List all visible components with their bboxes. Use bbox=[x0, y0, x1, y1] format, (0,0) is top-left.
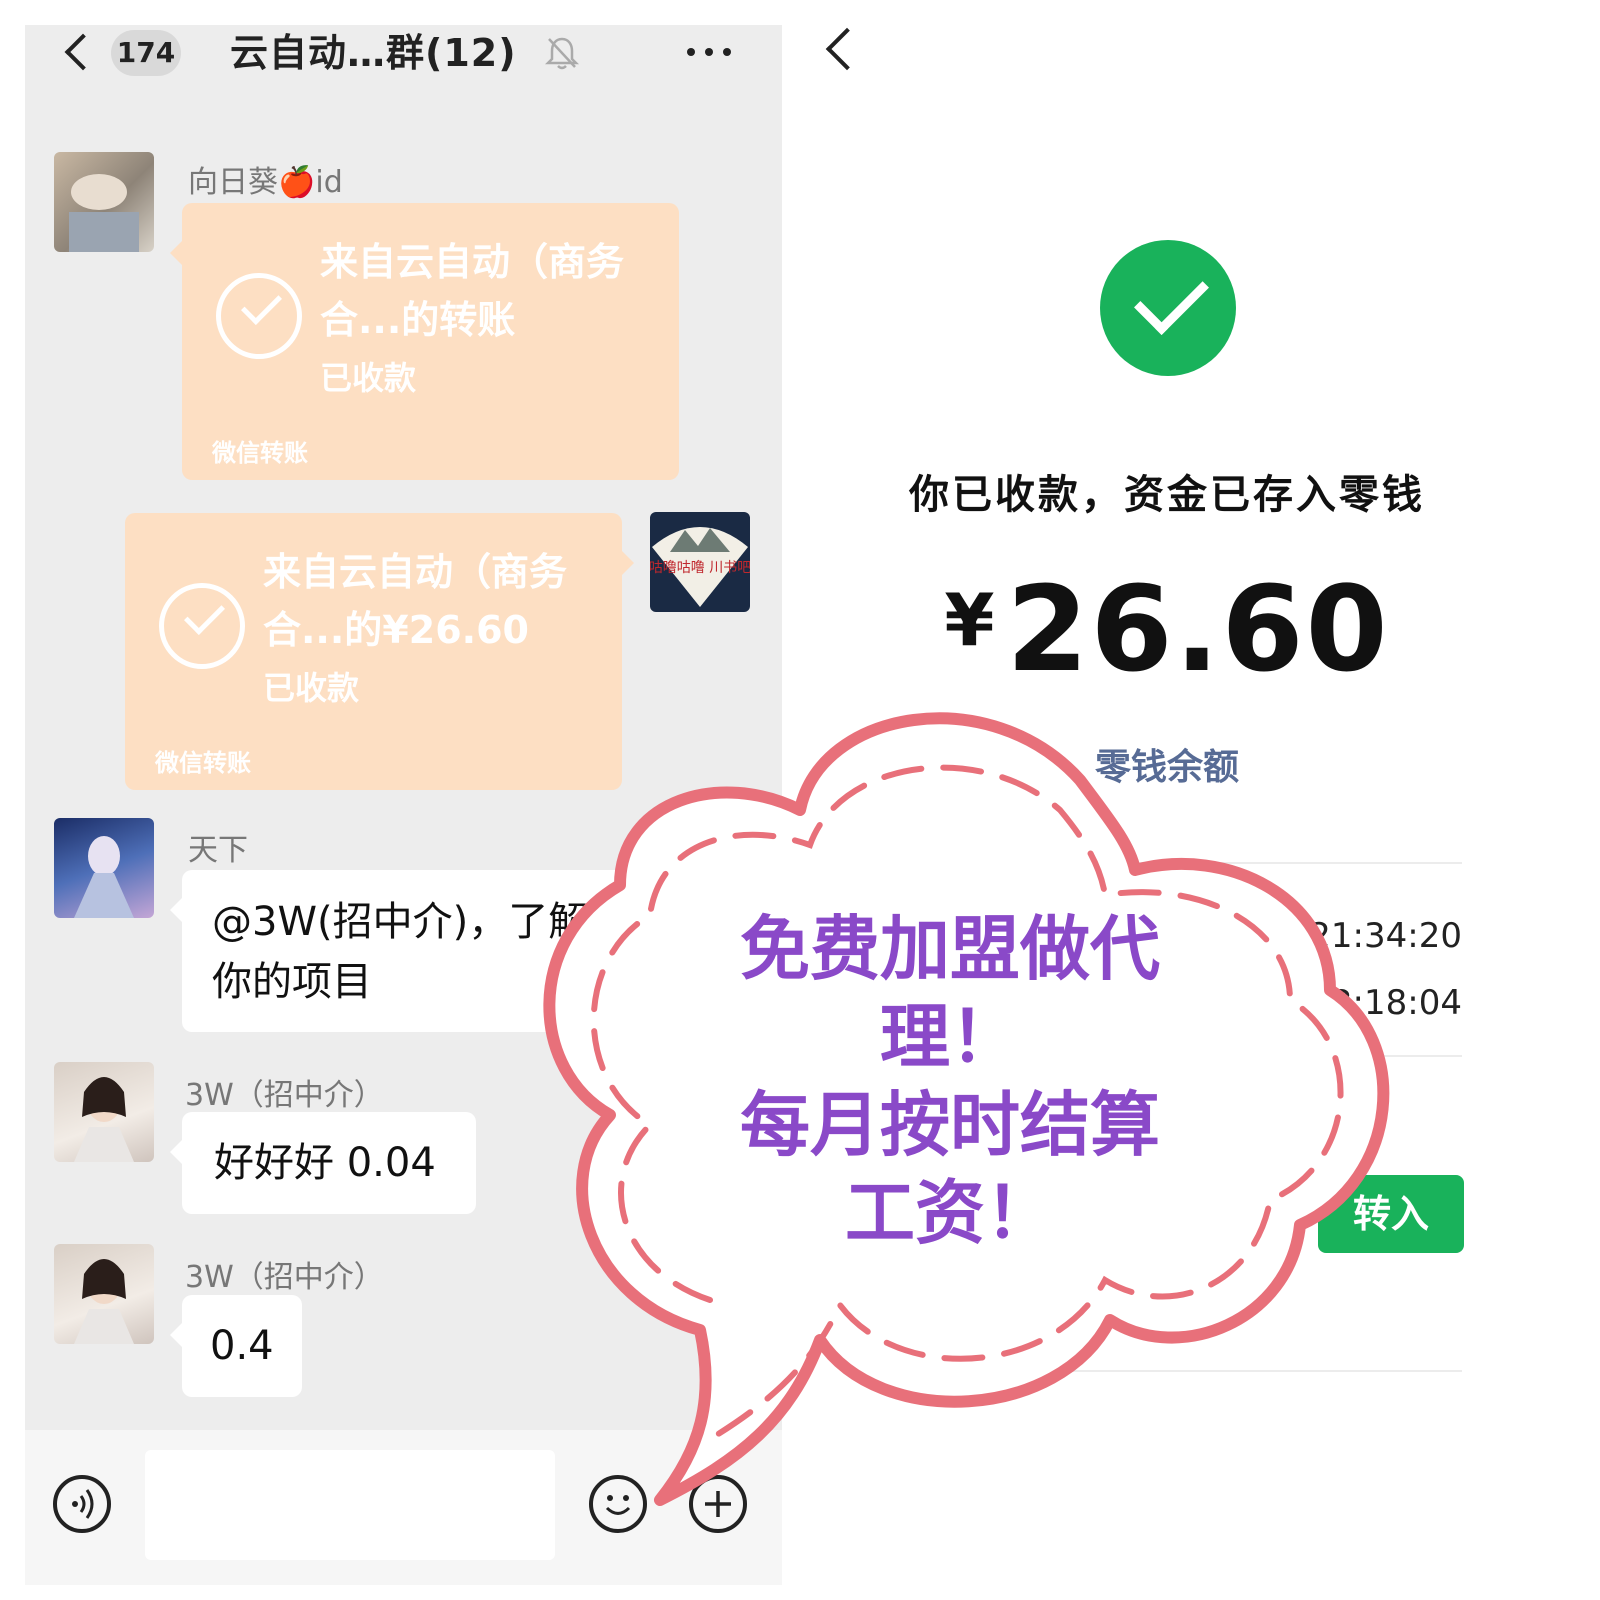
check-circle-icon bbox=[159, 583, 245, 669]
transfer-status: 已收款 bbox=[263, 669, 360, 707]
more-options-icon[interactable] bbox=[685, 37, 733, 67]
fan-avatar-icon: 咕噜咕噜 川书吧 bbox=[650, 527, 750, 607]
detail-label: 收款时间 bbox=[872, 983, 1008, 1023]
transfer-card-sent[interactable]: 来自云自动（商务合...的¥26.60 已收款 微信转账 bbox=[125, 513, 634, 790]
message-bubble[interactable]: 0.4 bbox=[170, 1295, 302, 1397]
mute-bell-icon bbox=[545, 37, 579, 70]
check-circle-icon bbox=[216, 273, 302, 359]
chat-top-bar: 174 云自动…群(12) bbox=[25, 25, 782, 90]
transfer-status: 已收款 bbox=[320, 359, 417, 397]
amount-value: 26.60 bbox=[1006, 560, 1390, 698]
avatar[interactable] bbox=[54, 1062, 154, 1162]
sender-name: 3W（招中介） bbox=[185, 1078, 384, 1113]
chat-panel: 174 云自动…群(12) 向日葵🍎id 来自云自动（商务合...的转账 已收款… bbox=[25, 25, 782, 1585]
promo-subtitle: 给小金库再添一笔 bbox=[1018, 1227, 1290, 1267]
voice-icon bbox=[72, 1489, 94, 1519]
transfer-title: 来自云自动（商务合...的¥26.60 bbox=[263, 550, 568, 652]
voice-input-button[interactable] bbox=[53, 1475, 111, 1533]
payment-panel: 你已收款，资金已存入零钱 ¥26.60 零钱余额 转账时间 2023年11月20… bbox=[782, 0, 1600, 1600]
transfer-footer: 微信转账 bbox=[155, 749, 251, 777]
currency-symbol: ¥ bbox=[944, 578, 995, 662]
detail-row-receive-time: 收款时间 2023年11月20日 23:18:04 bbox=[872, 975, 1462, 1024]
emoji-button[interactable] bbox=[589, 1475, 647, 1533]
sender-name: 向日葵🍎id bbox=[188, 165, 343, 200]
divider bbox=[872, 1055, 1462, 1057]
detail-value: 2023年11月20日 23:18:04 bbox=[1023, 983, 1462, 1023]
payment-amount: ¥26.60 bbox=[782, 560, 1552, 698]
unread-count-badge: 174 bbox=[111, 30, 181, 76]
detail-label: 转账时间 bbox=[872, 916, 1008, 956]
avatar[interactable] bbox=[54, 1244, 154, 1344]
divider bbox=[872, 862, 1462, 864]
avatar-photo-icon bbox=[69, 174, 139, 252]
sender-name: 3W（招中介） bbox=[185, 1260, 384, 1295]
avatar[interactable] bbox=[54, 152, 154, 252]
detail-value: 2023年11月20日 21:34:20 bbox=[1023, 916, 1462, 956]
avatar[interactable] bbox=[54, 818, 154, 918]
transfer-card-received[interactable]: 来自云自动（商务合...的转账 已收款 微信转账 bbox=[170, 203, 679, 480]
more-functions-button[interactable] bbox=[689, 1475, 747, 1533]
avatar-person-icon bbox=[74, 1259, 134, 1344]
avatar-anime-icon bbox=[74, 836, 134, 918]
payment-message: 你已收款，资金已存入零钱 bbox=[909, 472, 1425, 518]
transfer-title: 来自云自动（商务合...的转账 bbox=[320, 240, 625, 342]
back-icon[interactable] bbox=[825, 27, 869, 71]
divider bbox=[872, 1370, 1462, 1372]
balance-link[interactable]: 零钱余额 bbox=[782, 738, 1552, 790]
transfer-footer: 微信转账 bbox=[212, 439, 308, 467]
self-avatar[interactable]: 咕噜咕噜 川书吧 bbox=[650, 512, 750, 612]
sender-name: 天下 bbox=[188, 833, 248, 868]
chat-input-bar bbox=[25, 1430, 782, 1585]
transfer-in-button[interactable]: 转入 bbox=[1318, 1175, 1464, 1253]
smiley-icon bbox=[605, 1495, 631, 1515]
chat-title: 云自动…群(12) bbox=[230, 31, 517, 75]
promo-rate: 化1.81% bbox=[1018, 1166, 1144, 1201]
promo-title: 零钱通 日年 bbox=[1018, 1116, 1199, 1156]
fan-text: 咕噜咕噜 川书吧 bbox=[650, 560, 750, 576]
back-icon[interactable] bbox=[64, 33, 102, 71]
detail-row-transfer-time: 转账时间 2023年11月20日 21:34:20 bbox=[872, 908, 1462, 957]
message-bubble[interactable]: 好好好 0.04 bbox=[170, 1112, 476, 1214]
avatar-person-icon bbox=[74, 1077, 134, 1162]
success-check-icon bbox=[1100, 240, 1236, 376]
message-bubble[interactable]: @3W(招中介)，了解一下你的项目 bbox=[170, 870, 702, 1032]
plus-icon bbox=[705, 1491, 731, 1517]
message-input[interactable] bbox=[145, 1450, 555, 1560]
